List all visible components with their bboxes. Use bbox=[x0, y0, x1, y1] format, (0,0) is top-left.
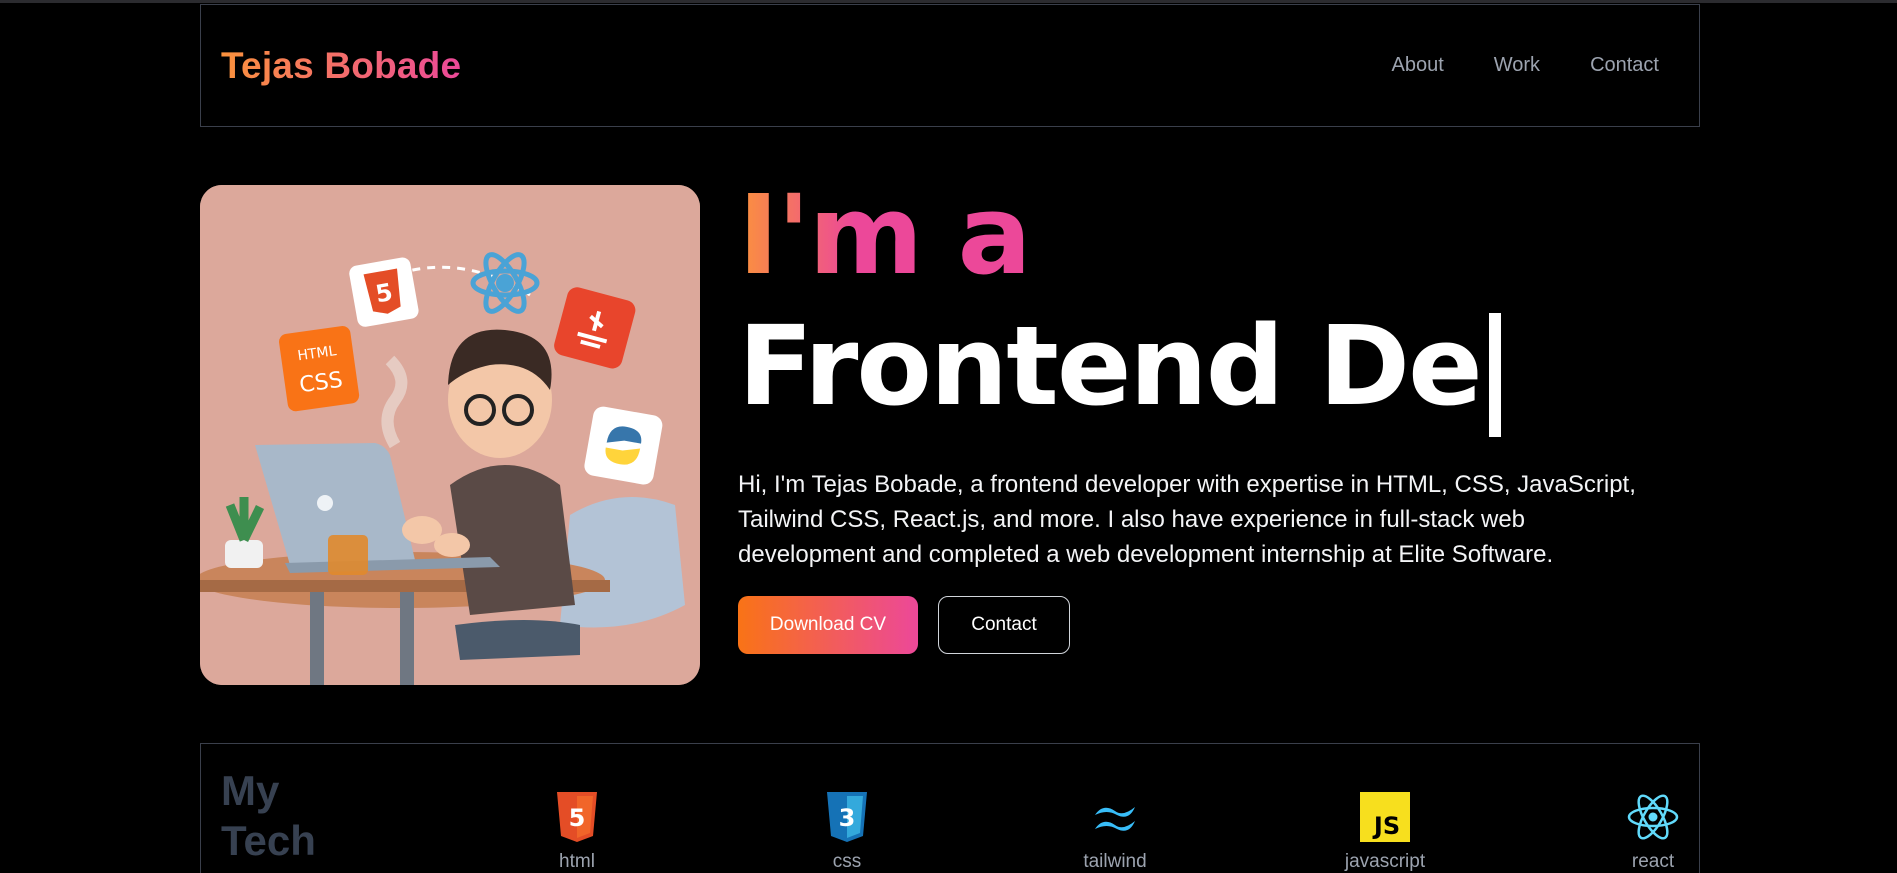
svg-text:5: 5 bbox=[569, 804, 586, 832]
nav-contact-link[interactable]: Contact bbox=[1590, 54, 1659, 77]
brand-logo[interactable]: Tejas Bobade bbox=[221, 45, 461, 87]
hero-heading-role: Frontend De bbox=[738, 295, 1698, 437]
nav-links: About Work Contact bbox=[1391, 54, 1659, 77]
hero-actions: Download CV Contact bbox=[738, 596, 1698, 654]
tailwind-icon bbox=[1089, 791, 1141, 843]
tech-item-tailwind: tailwind bbox=[1055, 791, 1175, 873]
tech-label: javascript bbox=[1344, 851, 1426, 872]
nav-work-link[interactable]: Work bbox=[1494, 54, 1540, 77]
hero-typed-text: Frontend De bbox=[738, 302, 1483, 430]
contact-button[interactable]: Contact bbox=[938, 596, 1070, 654]
typing-cursor bbox=[1488, 313, 1501, 437]
tech-item-html: 5 html bbox=[517, 791, 637, 873]
tech-item-react: react bbox=[1593, 791, 1713, 873]
svg-text:JS: JS bbox=[1372, 812, 1400, 840]
svg-text:3: 3 bbox=[839, 804, 856, 832]
navbar: Tejas Bobade About Work Contact bbox=[200, 4, 1700, 127]
developer-illustration: 5 HTML CSS bbox=[200, 185, 700, 685]
react-icon bbox=[1627, 791, 1679, 843]
tech-label: react bbox=[1631, 851, 1675, 872]
window-top-border bbox=[0, 0, 1897, 3]
css3-icon: 3 bbox=[821, 791, 873, 843]
tech-label: tailwind bbox=[1083, 851, 1147, 872]
tech-item-css: 3 css bbox=[787, 791, 907, 873]
tech-item-javascript: JS javascript bbox=[1325, 791, 1445, 873]
nav-about-link[interactable]: About bbox=[1391, 54, 1443, 77]
html5-icon: 5 bbox=[551, 791, 603, 843]
hero-text: I'm a Frontend De Hi, I'm Tejas Bobade, … bbox=[738, 175, 1698, 654]
tech-label: html bbox=[559, 851, 595, 872]
download-cv-button[interactable]: Download CV bbox=[738, 596, 918, 654]
tech-label: css bbox=[832, 851, 862, 872]
tech-stack-section: My Tech Stack 5 html 3 css tailwind JS j… bbox=[200, 743, 1700, 873]
hero-heading-intro: I'm a bbox=[738, 171, 1032, 299]
tech-stack-title: My Tech Stack bbox=[221, 767, 333, 873]
javascript-icon: JS bbox=[1359, 791, 1411, 843]
hero-illustration: 5 HTML CSS bbox=[200, 185, 700, 685]
hero-bio: Hi, I'm Tejas Bobade, a frontend develop… bbox=[738, 471, 1636, 568]
